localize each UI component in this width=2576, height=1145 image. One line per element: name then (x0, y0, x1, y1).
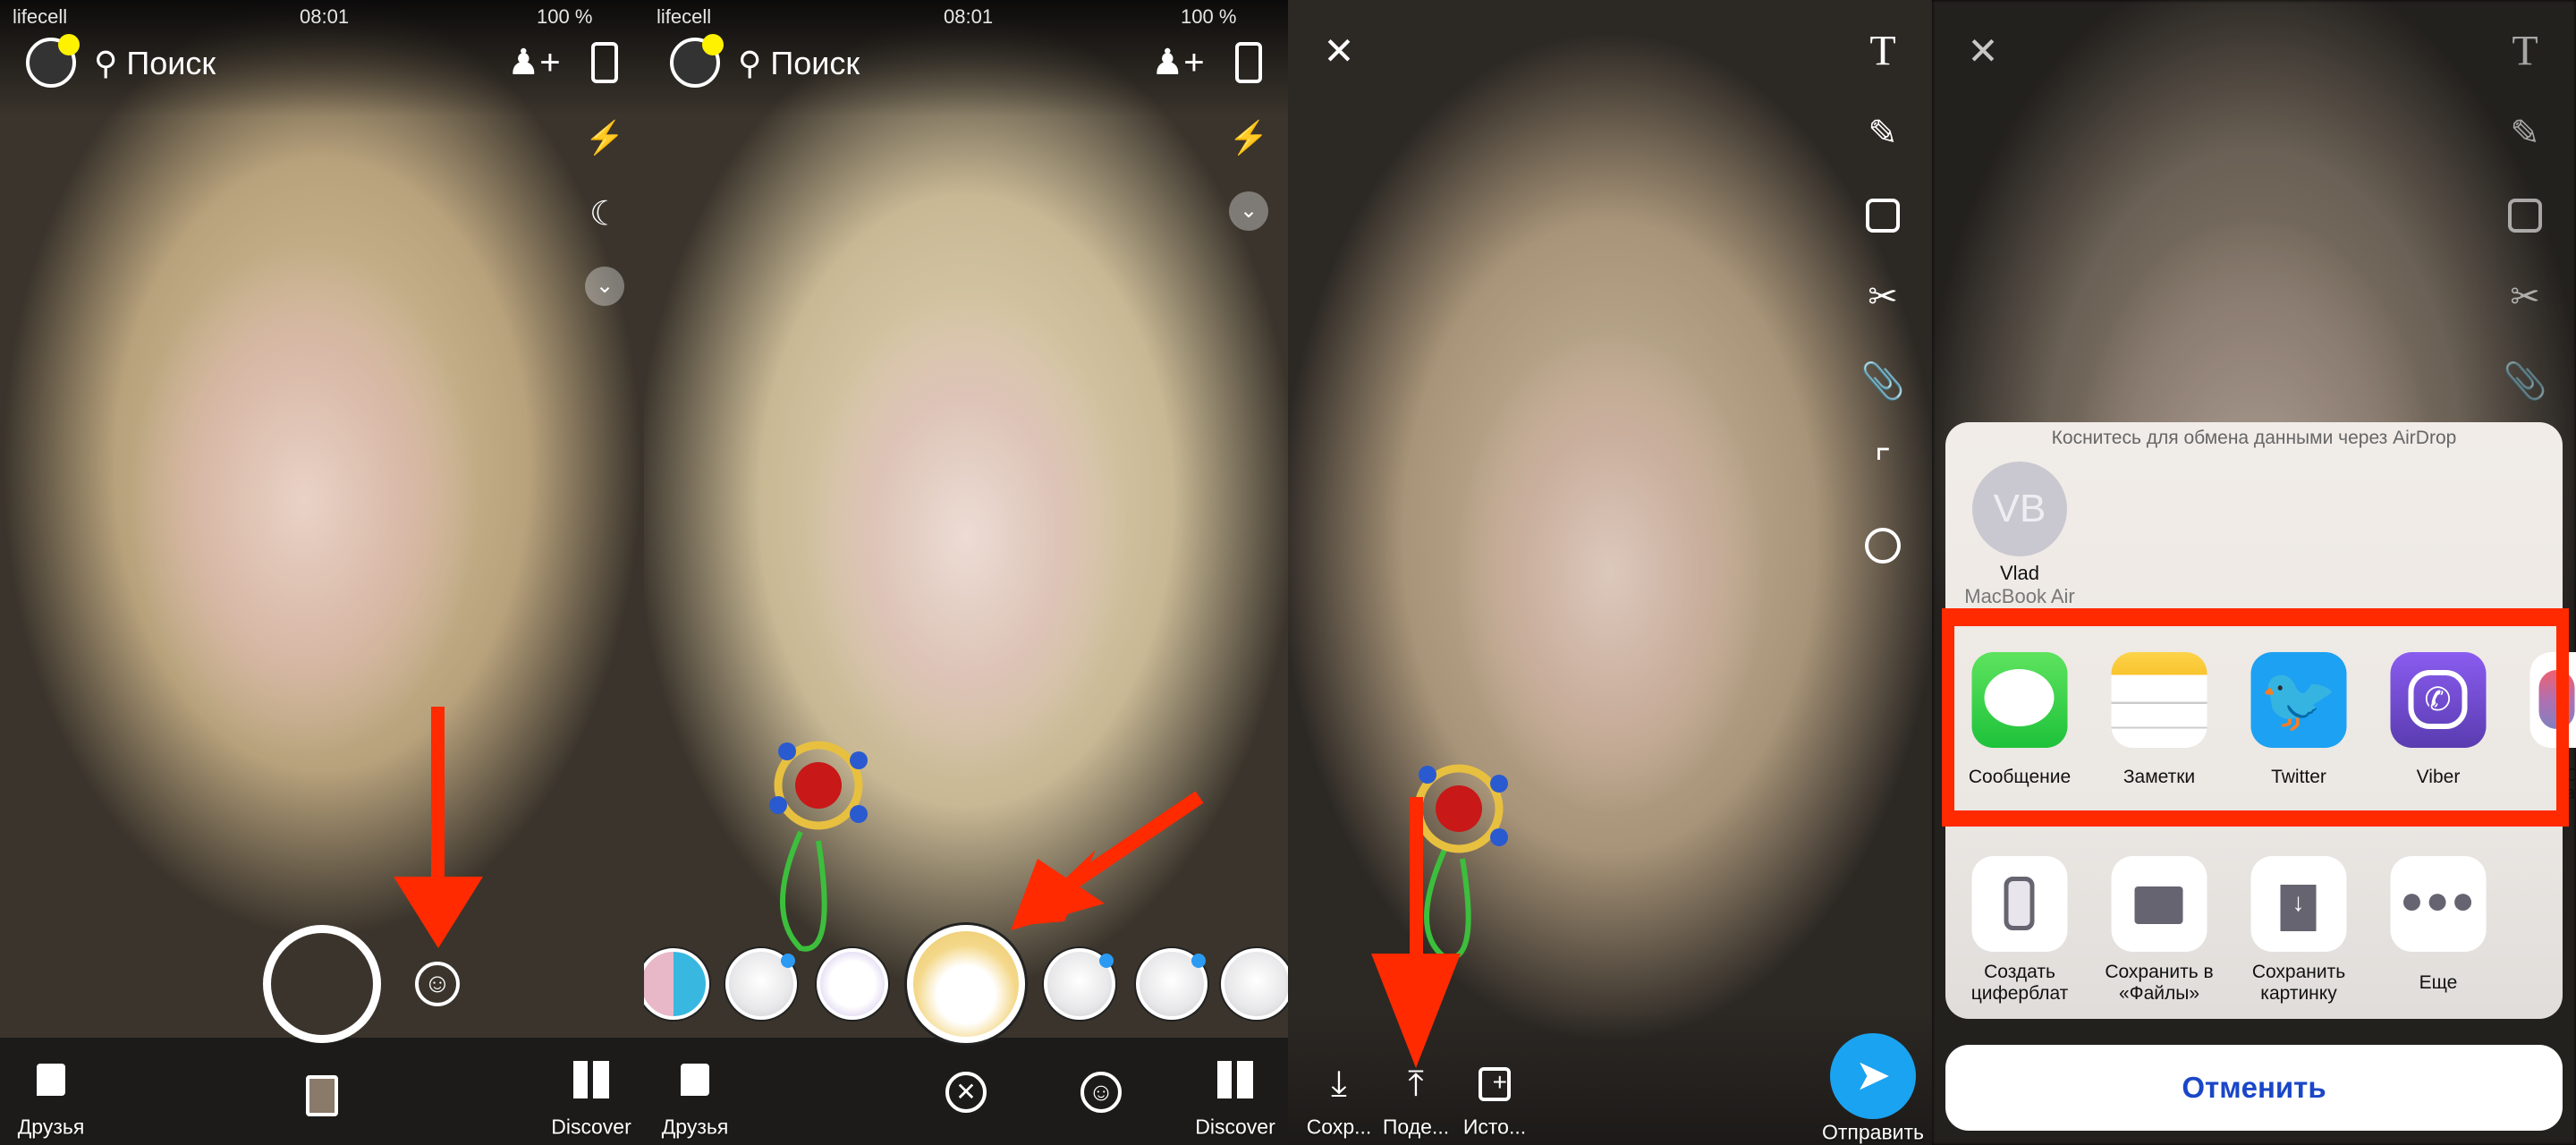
story-label[interactable]: Исто... (1463, 1115, 1526, 1140)
camera-screen: lifecell 08:01 100 % ⚲ Поиск ♟+ ⚡ ☾ ⌄ ☺ Д… (0, 0, 644, 1145)
add-story-icon[interactable]: + (1479, 1067, 1511, 1101)
share-action-save-files[interactable] (2111, 856, 2207, 952)
close-lens-icon[interactable]: ✕ (945, 1072, 987, 1113)
airdrop-device-avatar[interactable]: VB (1972, 462, 2067, 556)
scissors-icon: ✂ (2510, 277, 2540, 317)
sticker-icon (2508, 199, 2542, 233)
chat-icon[interactable] (681, 1064, 709, 1096)
lens-swap-icon[interactable]: ☺ (1080, 1072, 1122, 1113)
save-icon[interactable]: ⤓ (1331, 1064, 1347, 1105)
share-action-label: Сохранить в «Файлы» (2105, 962, 2214, 1004)
share-action-more[interactable]: ●●● (2390, 856, 2487, 952)
save-image-icon: ↓ (2280, 885, 2317, 931)
save-label[interactable]: Сохр... (1307, 1115, 1372, 1140)
memories-icon[interactable] (306, 1075, 338, 1116)
airdrop-device-name[interactable]: Vlad (2000, 562, 2039, 585)
share-label[interactable]: Поде... (1383, 1115, 1449, 1140)
snap-editor: ✕ T ✎ ✂ 📎 ⌜ ⤓ Сохр... ⤒ Поде... + Исто..… (1288, 0, 1932, 1145)
discover-label[interactable]: Discover (551, 1115, 631, 1140)
annotation-arrow-diagonal (1011, 791, 1204, 930)
share-icon[interactable]: ⤒ (1408, 1064, 1424, 1105)
send-label[interactable]: Отправить (1822, 1121, 1924, 1145)
chat-icon[interactable] (37, 1064, 65, 1096)
share-action-label: Еще (2419, 972, 2458, 993)
annotation-arrow-down (1371, 797, 1461, 1068)
pencil-icon: ✎ (2510, 114, 2540, 153)
folder-icon (2134, 886, 2183, 924)
friends-label[interactable]: Друзья (662, 1115, 729, 1140)
discover-icon[interactable] (1217, 1061, 1253, 1098)
more-icon: ●●● (2400, 878, 2477, 922)
airdrop-device-type: MacBook Air (1964, 585, 2075, 607)
share-action-label: Сохранить картинку (2251, 962, 2346, 1004)
discover-icon[interactable] (573, 1061, 609, 1098)
watch-icon (2004, 877, 2035, 930)
discover-label[interactable]: Discover (1195, 1115, 1275, 1140)
friends-label[interactable]: Друзья (18, 1115, 85, 1140)
share-action-save-image[interactable]: ↓ (2250, 856, 2347, 952)
text-tool-icon: T (2512, 27, 2538, 75)
airdrop-hint: Коснитесь для обмена данными через AirDr… (2051, 428, 2457, 448)
close-icon[interactable]: ✕ (1967, 30, 1998, 73)
annotation-highlight-box (1942, 608, 2569, 827)
send-button[interactable]: ➤ (1830, 1033, 1916, 1119)
annotation-arrow-down (394, 707, 483, 948)
cancel-button[interactable]: Отменить (1945, 1045, 2563, 1131)
paperclip-icon: 📎 (2503, 361, 2547, 402)
share-action-watch-face[interactable] (1971, 856, 2068, 952)
share-action-label: Создать циферблат (1970, 962, 2069, 1004)
lens-screen: lifecell 08:01 100 % ⚲ Поиск ♟+ ⚡ ⌄ Друзь… (644, 0, 1288, 1145)
